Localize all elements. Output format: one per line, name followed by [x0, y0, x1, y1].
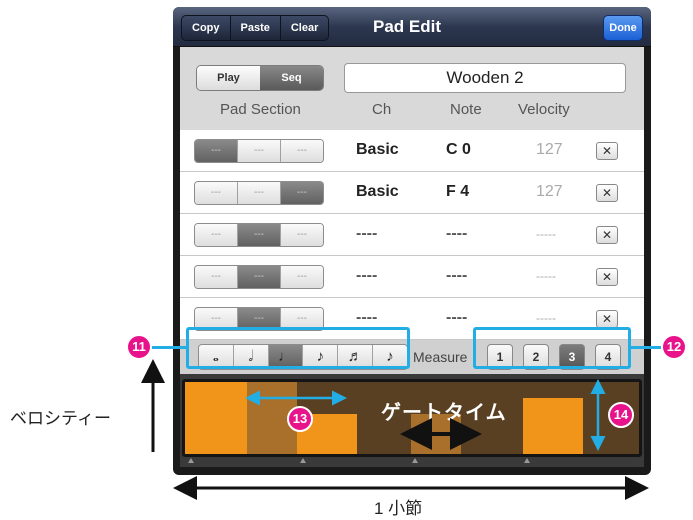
ch-cell[interactable]: Basic — [356, 183, 399, 201]
velocity-bar[interactable] — [185, 382, 247, 454]
pad-section-button[interactable]: --- — [281, 140, 323, 162]
pad-section-selector: --- --- --- — [194, 223, 324, 247]
edit-actions-segment: Copy Paste Clear — [181, 15, 330, 41]
pad-section-button[interactable]: --- — [195, 224, 238, 246]
note-cell[interactable]: C 0 — [446, 141, 471, 159]
page-title: Pad Edit — [373, 17, 442, 36]
play-seq-toggle: Play Seq — [196, 65, 324, 91]
measure-label: Measure — [413, 349, 468, 365]
pad-row: --- --- --- ---- ---- ----- ✕ — [180, 214, 644, 256]
one-measure-annotation: 1 小節 — [374, 499, 423, 518]
pad-section-header: Pad Section — [220, 101, 301, 118]
pad-section-button[interactable]: --- — [195, 266, 238, 288]
beat-marker — [412, 458, 418, 463]
delete-row-button[interactable]: ✕ — [596, 226, 618, 244]
pad-edit-screen: Copy Paste Clear Pad Edit Done Play Seq … — [173, 7, 651, 475]
callout-badge-12: 12 — [661, 334, 687, 360]
velocity-bar[interactable] — [523, 398, 583, 454]
callout-badge-14: 14 — [608, 402, 634, 428]
measure-callout-frame — [473, 327, 631, 369]
clear-button[interactable]: Clear — [281, 16, 329, 40]
velocity-cell[interactable]: 127 — [536, 141, 563, 159]
velocity-header: Velocity — [518, 101, 570, 118]
velocity-cell[interactable]: ----- — [536, 311, 556, 325]
pad-section-button[interactable]: --- — [238, 224, 281, 246]
pad-section-button[interactable]: --- — [281, 182, 323, 204]
delete-row-button[interactable]: ✕ — [596, 142, 618, 160]
play-mode-button[interactable]: Play — [197, 66, 260, 90]
pad-row: --- --- --- Basic F 4 127 ✕ — [180, 172, 644, 214]
velocity-cell[interactable]: ----- — [536, 269, 556, 283]
note-cell[interactable]: ---- — [446, 225, 467, 243]
pad-section-button[interactable]: --- — [281, 266, 323, 288]
pad-section-button[interactable]: --- — [238, 182, 281, 204]
note-length-callout-frame — [186, 327, 410, 369]
pad-rows: --- --- --- Basic C 0 127 ✕ --- --- --- Basic F 4 12… — [180, 130, 644, 340]
ch-cell[interactable]: ---- — [356, 267, 377, 285]
navigation-bar: Copy Paste Clear Pad Edit Done — [173, 7, 651, 47]
note-cell[interactable]: ---- — [446, 267, 467, 285]
note-cell[interactable]: ---- — [446, 309, 467, 327]
beat-marker — [524, 458, 530, 463]
delete-row-button[interactable]: ✕ — [596, 268, 618, 286]
velocity-cell[interactable]: ----- — [536, 227, 556, 241]
ch-cell[interactable]: ---- — [356, 309, 377, 327]
callout-connector — [631, 346, 661, 349]
pad-section-button[interactable]: --- — [195, 182, 238, 204]
pad-row: --- --- --- ---- ---- ----- ✕ — [180, 256, 644, 298]
done-button[interactable]: Done — [603, 15, 643, 41]
ch-cell[interactable]: Basic — [356, 141, 399, 159]
ch-cell[interactable]: ---- — [356, 225, 377, 243]
copy-button[interactable]: Copy — [182, 16, 231, 40]
pad-edit-panel: Play Seq Wooden 2 Pad Section Ch Note Ve… — [180, 47, 644, 467]
ch-header: Ch — [372, 101, 392, 118]
delete-row-button[interactable]: ✕ — [596, 310, 618, 328]
pad-section-selector: --- --- --- — [194, 139, 324, 163]
pad-section-button[interactable]: --- — [195, 140, 238, 162]
pad-section-button[interactable]: --- — [238, 140, 281, 162]
callout-badge-11: 11 — [126, 334, 152, 360]
pattern-name-field[interactable]: Wooden 2 — [344, 63, 626, 93]
pad-section-button[interactable]: --- — [281, 224, 323, 246]
seq-mode-button[interactable]: Seq — [260, 66, 323, 90]
velocity-cell[interactable]: 127 — [536, 183, 563, 201]
manual-illustration: Copy Paste Clear Pad Edit Done Play Seq … — [0, 0, 693, 520]
gate-time-label: ゲートタイム — [381, 402, 507, 424]
gate-editor-area: ゲートタイム — [180, 374, 644, 467]
gate-velocity-editor[interactable]: ゲートタイム — [182, 379, 642, 457]
pad-section-selector: --- --- --- — [194, 181, 324, 205]
beat-marker — [300, 458, 306, 463]
beat-marker — [188, 458, 194, 463]
note-cell[interactable]: F 4 — [446, 183, 469, 201]
note-header: Note — [450, 101, 482, 118]
pad-row: --- --- --- Basic C 0 127 ✕ — [180, 130, 644, 172]
pad-section-button[interactable]: --- — [238, 266, 281, 288]
paste-button[interactable]: Paste — [231, 16, 281, 40]
callout-connector — [150, 346, 186, 349]
delete-row-button[interactable]: ✕ — [596, 184, 618, 202]
pad-section-selector: --- --- --- — [194, 265, 324, 289]
velocity-annotation: ベロシティー — [10, 409, 111, 428]
callout-badge-13: 13 — [287, 406, 313, 432]
